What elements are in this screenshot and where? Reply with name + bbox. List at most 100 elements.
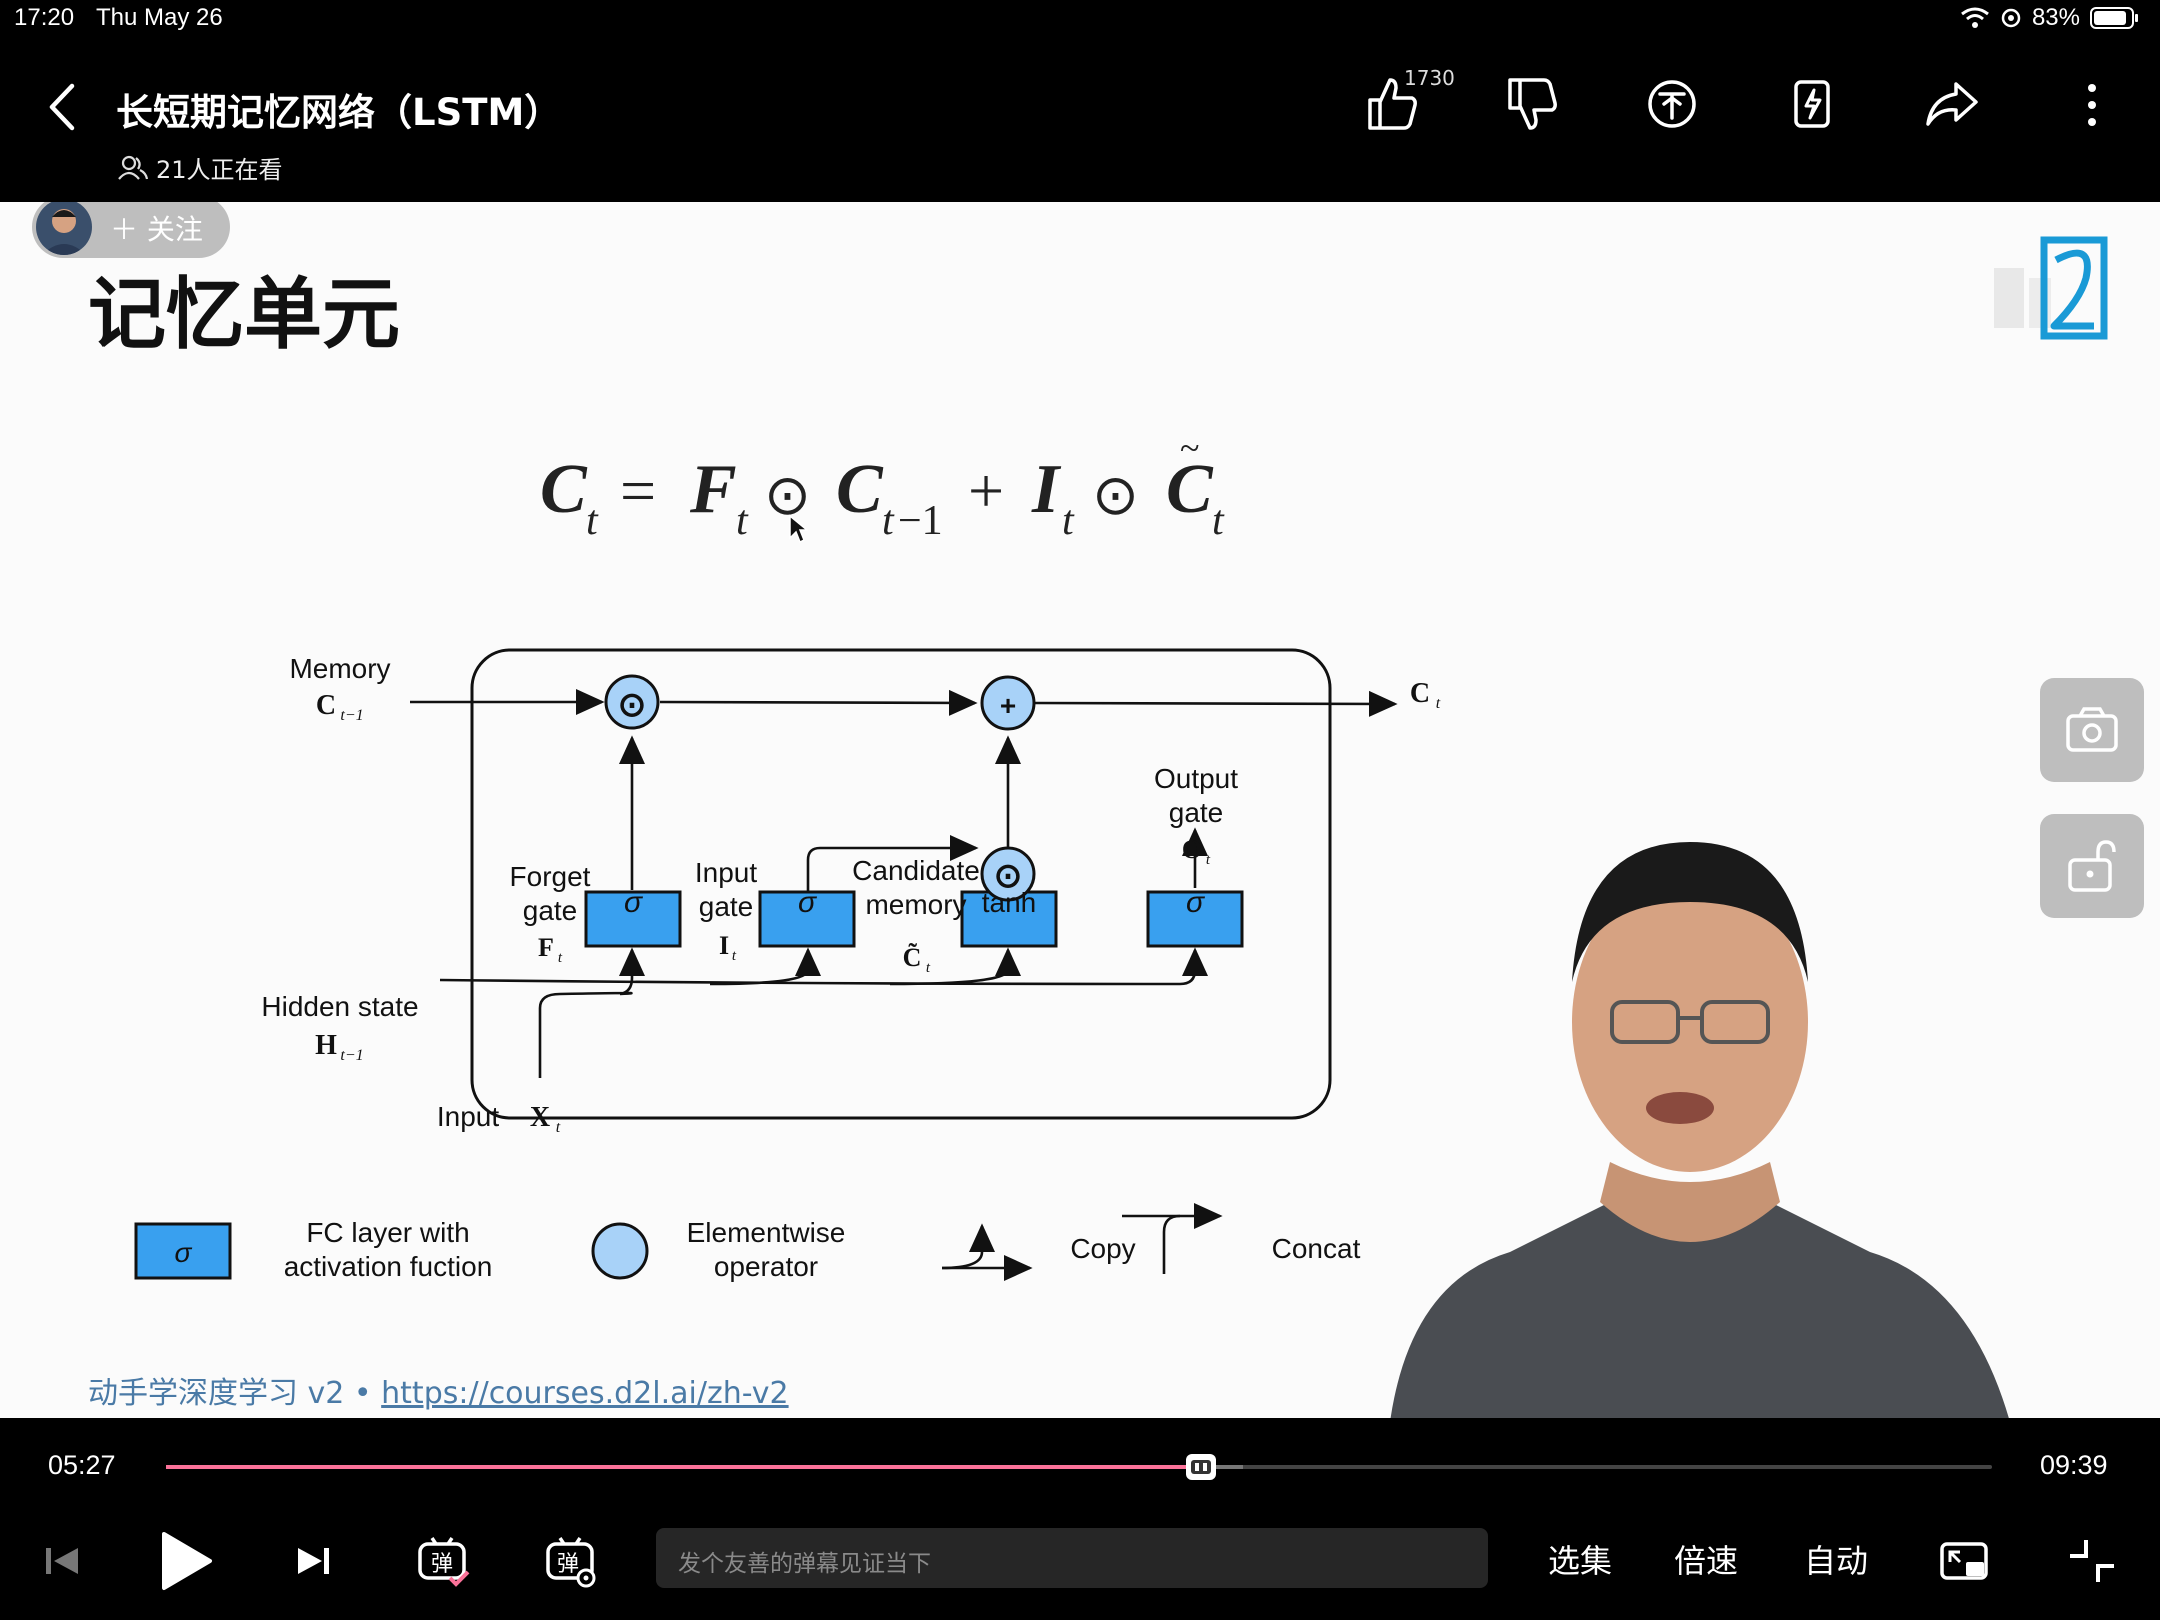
c-tilde-subscript: t	[926, 960, 931, 976]
svg-text:弹: 弹	[557, 1552, 579, 1577]
battery-icon	[2090, 7, 2138, 29]
status-date: Thu May 26	[96, 4, 223, 31]
legend-fc-line1: FC layer with	[306, 1217, 469, 1248]
avatar-face-icon	[42, 209, 86, 255]
svg-text:~: ~	[1180, 442, 1199, 468]
input-gate-label-line2: gate	[699, 891, 754, 922]
watermark-logo	[1994, 236, 2108, 340]
battery-percent: 83%	[2031, 4, 2080, 31]
x-t-symbol: X	[530, 1102, 550, 1133]
play-icon[interactable]	[154, 1528, 216, 1594]
progress-played	[166, 1465, 1202, 1469]
like-count: 1730	[1404, 66, 1455, 90]
danmaku-on-icon[interactable]: 弹	[414, 1534, 470, 1588]
follow-button[interactable]: ＋ 关注	[32, 202, 230, 258]
legend-concat: Concat	[1272, 1233, 1361, 1264]
coin-icon[interactable]	[1640, 72, 1704, 136]
pip-icon[interactable]	[1936, 1534, 1992, 1588]
forget-sigma-label: σ	[624, 886, 644, 919]
more-icon[interactable]	[2078, 80, 2106, 130]
o-t-subscript: t	[1206, 852, 1211, 868]
video-frame[interactable]: 记忆单元 Ct = Ft ⊙ Ct −1 + It ⊙ C ~ t σ σ ta…	[0, 202, 2160, 1418]
svg-text:t: t	[586, 498, 599, 544]
legend-elementwise-line2: operator	[714, 1251, 818, 1282]
total-time: 09:39	[2040, 1450, 2108, 1480]
diagram-legend: σ FC layer with activation fuction Eleme…	[134, 1203, 1361, 1282]
wifi-icon	[1961, 7, 1989, 28]
screenshot-button[interactable]	[2040, 678, 2144, 782]
status-time: 17:20	[14, 4, 75, 31]
legend-elementwise-line1: Elementwise	[687, 1217, 846, 1248]
share-icon[interactable]	[1920, 72, 1984, 136]
output-gate-label-line1: Output	[1154, 763, 1238, 794]
course-name: 动手学深度学习 v2 •	[88, 1376, 382, 1411]
danmaku-settings-icon[interactable]: 弹	[542, 1534, 598, 1588]
forget-gate-label-line1: Forget	[510, 861, 591, 892]
i-t-symbol: I	[719, 931, 729, 960]
player-controls: 05:27 09:39 弹 弹 发个友善的弹幕见证当下 选集 倍速 自动	[0, 1418, 2160, 1620]
danmaku-input[interactable]: 发个友善的弹幕见证当下	[656, 1528, 1488, 1588]
course-footer: 动手学深度学习 v2 • https://courses.d2l.ai/zh-v…	[88, 1368, 789, 1412]
forget-gate-label-line2: gate	[523, 895, 578, 926]
c-t-subscript: t	[1436, 695, 1441, 712]
presenter-image	[1390, 842, 2009, 1418]
svg-text:C: C	[540, 451, 588, 528]
candidate-label-line1: Candidate	[852, 855, 980, 886]
hidden-state-label: Hidden state	[261, 991, 418, 1022]
svg-text:t: t	[882, 498, 895, 544]
favorite-icon[interactable]	[1780, 72, 1844, 136]
h-prev-symbol: H	[315, 1030, 337, 1061]
svg-text:弹: 弹	[431, 1552, 453, 1577]
video-title: 长短期记忆网络（LSTM）	[116, 91, 562, 134]
thumb-down-icon[interactable]	[1500, 72, 1564, 136]
status-bar: 17:20 Thu May 26 83%	[0, 0, 2160, 40]
location-icon	[2001, 8, 2021, 28]
auto-quality-button[interactable]: 自动	[1804, 1536, 1868, 1582]
episodes-button[interactable]: 选集	[1548, 1536, 1612, 1582]
add-symbol: +	[1000, 690, 1016, 721]
progress-bar[interactable]	[166, 1454, 1992, 1480]
c-tilde-symbol: C̃	[903, 943, 922, 972]
back-icon[interactable]	[40, 80, 84, 134]
input-label: Input	[437, 1101, 499, 1132]
progress-thumb[interactable]	[1186, 1454, 1217, 1480]
o-t-symbol: O	[1182, 835, 1202, 864]
unlock-icon	[2068, 840, 2116, 892]
status-right: 83%	[1960, 4, 2140, 32]
svg-text:t: t	[1212, 498, 1225, 544]
cell-equation: Ct = Ft ⊙ Ct −1 + It ⊙ C~t	[540, 442, 1225, 544]
h-prev-subscript: t−1	[340, 1047, 363, 1064]
i-t-subscript: t	[732, 948, 737, 964]
tv-thumb-icon	[1191, 1460, 1212, 1474]
legend-copy: Copy	[1070, 1233, 1135, 1264]
forget-mult-symbol: ⊙	[618, 686, 647, 724]
svg-text:t: t	[736, 498, 749, 544]
next-icon[interactable]	[286, 1534, 342, 1588]
svg-text:t: t	[1062, 498, 1075, 544]
viewer-count: 21人正在看	[118, 150, 283, 185]
svg-text:⊙: ⊙	[1092, 465, 1139, 527]
f-t-symbol: F	[538, 933, 554, 962]
f-t-subscript: t	[558, 950, 563, 966]
svg-text:F: F	[689, 451, 737, 528]
legend-fc-line2: activation fuction	[284, 1251, 493, 1282]
previous-icon[interactable]	[34, 1534, 90, 1588]
follow-label: ＋ 关注	[110, 213, 203, 246]
slide-title: 记忆单元	[88, 270, 401, 360]
people-icon	[118, 155, 148, 180]
course-url-link[interactable]: https://courses.d2l.ai/zh-v2	[381, 1376, 788, 1411]
speed-button[interactable]: 倍速	[1674, 1536, 1738, 1582]
x-t-subscript: t	[556, 1119, 561, 1136]
c-t-symbol: C	[1410, 678, 1430, 709]
lock-screen-button[interactable]	[2040, 814, 2144, 918]
input-sigma-label: σ	[798, 886, 818, 919]
mouse-cursor-icon	[789, 514, 808, 544]
uploader-avatar[interactable]	[36, 202, 92, 255]
exit-fullscreen-icon[interactable]	[2064, 1534, 2120, 1588]
input-mult-symbol: ⊙	[994, 857, 1023, 895]
camera-icon	[2066, 707, 2118, 752]
memory-label: Memory	[289, 653, 390, 684]
c-prev-subscript: t−1	[340, 707, 363, 724]
candidate-label-line2: memory	[865, 889, 966, 920]
c-prev-symbol: C	[316, 690, 336, 721]
